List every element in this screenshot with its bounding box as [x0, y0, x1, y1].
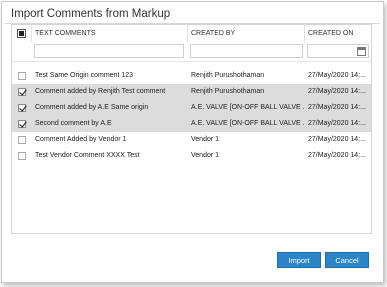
row-select-cell: [12, 132, 32, 148]
comments-grid: TEXT COMMENTS CREATED BY CREATED ON Test…: [11, 24, 372, 234]
table-row[interactable]: Test Same Origin comment 123 Renjith Puru…: [12, 68, 371, 84]
comment-cell: Comment Added by Vendor 1: [35, 136, 127, 143]
grid-header: TEXT COMMENTS CREATED BY CREATED ON: [12, 25, 371, 42]
row-select-cell: [12, 148, 32, 164]
grid-filter-row: [12, 42, 371, 62]
created-on-cell: 27/May/2020 14:...: [308, 88, 366, 95]
created-on-cell: 27/May/2020 14:...: [308, 72, 366, 79]
row-checkbox[interactable]: [18, 136, 26, 144]
dialog-title: Import Comments from Markup: [11, 8, 171, 20]
select-all-cell: [12, 25, 32, 42]
filter-created-by-input[interactable]: [190, 44, 303, 58]
comment-cell: Test Vendor Comment XXXX Test: [35, 152, 140, 159]
column-header-created-by[interactable]: CREATED BY: [188, 25, 305, 42]
created-by-cell: Renjith Purushothaman: [191, 88, 265, 95]
row-select-cell: [12, 116, 32, 132]
select-all-checkbox[interactable]: [17, 29, 26, 38]
table-row[interactable]: Comment added by Renjith Test comment Ren…: [12, 84, 371, 100]
comment-cell: Test Same Origin comment 123: [35, 72, 134, 79]
created-by-cell: Vendor 1: [191, 152, 220, 159]
cancel-button[interactable]: Cancel: [325, 252, 369, 268]
filter-comments-input[interactable]: [34, 44, 184, 58]
column-header-comments[interactable]: TEXT COMMENTS: [32, 25, 188, 42]
table-row[interactable]: Test Vendor Comment XXXX Test Vendor 1 27/…: [12, 148, 371, 164]
comment-cell: Comment added by A.E Same origin: [35, 104, 149, 111]
row-select-cell: [12, 68, 32, 84]
table-row[interactable]: Second comment by A.E A.E. VALVE [ON-OFF …: [12, 116, 371, 132]
row-checkbox[interactable]: [18, 72, 26, 80]
created-on-cell: 27/May/2020 14:...: [308, 104, 366, 111]
comment-cell: Comment added by Renjith Test comment: [35, 88, 166, 95]
row-checkbox[interactable]: [18, 104, 26, 112]
row-checkbox[interactable]: [18, 88, 26, 96]
table-row[interactable]: Comment added by A.E Same origin A.E. VAL…: [12, 100, 371, 116]
row-select-cell: [12, 84, 32, 100]
row-checkbox[interactable]: [18, 120, 26, 128]
created-by-cell: A.E. VALVE [ON-OFF BALL VALVE ...: [191, 120, 305, 127]
import-button[interactable]: Import: [277, 252, 321, 268]
created-by-cell: A.E. VALVE [ON-OFF BALL VALVE ...: [191, 104, 305, 111]
created-on-cell: 27/May/2020 14:...: [308, 136, 366, 143]
created-on-cell: 27/May/2020 14:...: [308, 120, 366, 127]
created-by-cell: Renjith Purushothaman: [191, 72, 265, 79]
row-select-cell: [12, 100, 32, 116]
row-checkbox[interactable]: [18, 152, 26, 160]
created-on-cell: 27/May/2020 14:...: [308, 152, 366, 159]
comment-cell: Second comment by A.E: [35, 120, 112, 127]
created-by-cell: Vendor 1: [191, 136, 220, 143]
table-row[interactable]: Comment Added by Vendor 1 Vendor 1 27/May/…: [12, 132, 371, 148]
calendar-icon[interactable]: [357, 47, 366, 56]
column-header-created-on[interactable]: CREATED ON: [305, 25, 371, 42]
import-comments-dialog: Import Comments from Markup TEXT COMMENT…: [1, 1, 384, 283]
filter-created-on-input[interactable]: [307, 44, 369, 58]
